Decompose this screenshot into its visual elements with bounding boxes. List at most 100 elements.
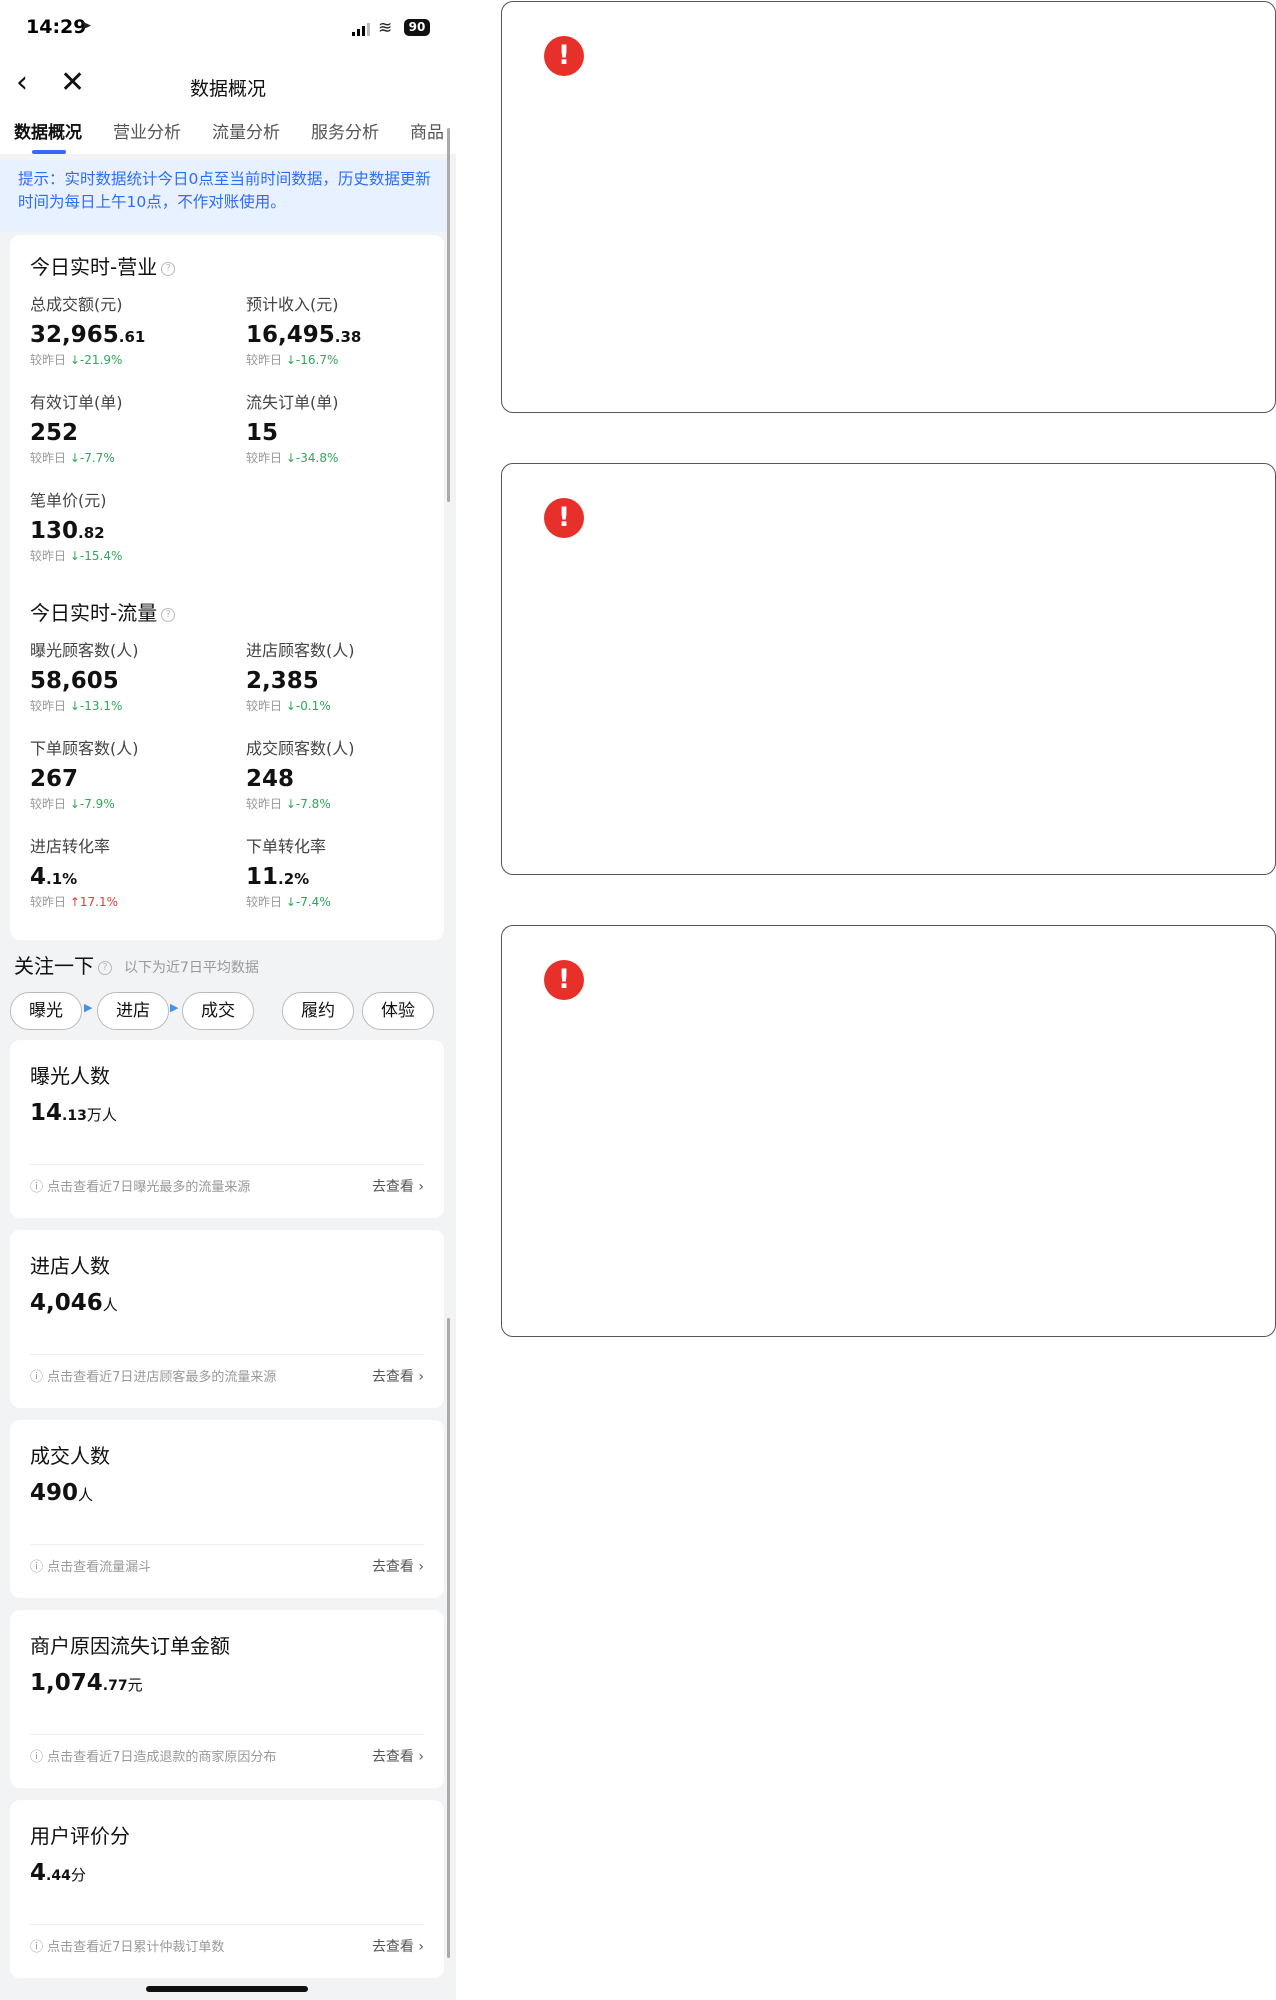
card-value: 4.44分 xyxy=(30,1860,86,1886)
error-placeholder-panel: ! xyxy=(501,463,1276,875)
pill-deal[interactable]: 成交 xyxy=(182,992,254,1030)
metric-compare: 较昨日 ↓-7.4% xyxy=(246,893,331,910)
compare-value: -7.4% xyxy=(295,895,331,909)
status-bar: 14:29 ➤ ≋ 90 xyxy=(0,0,456,56)
metric-int: 32,965 xyxy=(30,322,119,348)
metric-item: 总成交额(元) 32,965.61 较昨日 ↓-21.9% xyxy=(30,291,145,368)
card-value-unit: 人 xyxy=(78,1486,94,1504)
compare-label: 较昨日 xyxy=(246,895,283,909)
card-value-decimal: .13 xyxy=(62,1108,87,1124)
focus-card: 商户原因流失订单金额 1,074.77元 ⓘ 点击查看近7日造成退款的商家原因分布 去… xyxy=(10,1610,444,1788)
metric-label: 笔单价(元) xyxy=(30,491,107,510)
metric-value: 4.1% xyxy=(30,864,118,890)
compare-label: 较昨日 xyxy=(30,797,67,811)
pill-store-entry[interactable]: 进店 xyxy=(97,992,169,1030)
card-note-text: 点击查看近7日累计仲裁订单数 xyxy=(47,1940,225,1955)
metric-int: 2,385 xyxy=(246,668,319,694)
page-title: 数据概况 xyxy=(189,78,266,100)
signal-icon xyxy=(352,23,370,36)
status-time: 14:29 xyxy=(26,16,87,38)
view-link[interactable]: 去查看 › xyxy=(372,1556,424,1576)
trend-down-icon: ↓ xyxy=(69,353,80,367)
compare-value: -13.1% xyxy=(79,699,123,713)
divider xyxy=(30,1354,424,1355)
view-link[interactable]: 去查看 › xyxy=(372,1176,424,1196)
metric-compare: 较昨日 ↓-0.1% xyxy=(246,697,355,714)
focus-title-text: 关注一下 xyxy=(14,954,94,978)
error-placeholder-panel: ! xyxy=(501,1,1276,413)
tab-business[interactable]: 营业分析 xyxy=(113,118,181,143)
scrollbar[interactable] xyxy=(447,128,450,502)
card-note: ⓘ 点击查看近7日曝光最多的流量来源 xyxy=(30,1176,250,1195)
card-note-text: 点击查看近7日造成退款的商家原因分布 xyxy=(47,1750,277,1765)
pill-experience[interactable]: 体验 xyxy=(362,992,434,1030)
metric-compare: 较昨日 ↓-34.8% xyxy=(246,449,339,466)
metric-decimal: .1% xyxy=(46,870,78,888)
metric-value: 248 xyxy=(246,766,355,792)
error-icon: ! xyxy=(544,498,584,538)
info-icon: ⓘ xyxy=(30,1750,48,1765)
info-icon: ⓘ xyxy=(30,1560,48,1575)
view-link-label: 去查看 xyxy=(371,1939,414,1955)
compare-value: -16.7% xyxy=(295,353,339,367)
info-icon: ⓘ xyxy=(30,1180,48,1195)
focus-card: 用户评价分 4.44分 ⓘ 点击查看近7日累计仲裁订单数 去查看 › xyxy=(10,1800,444,1978)
compare-value: -15.4% xyxy=(79,549,123,563)
compare-label: 较昨日 xyxy=(30,353,67,367)
trend-down-icon: ↓ xyxy=(285,699,296,713)
metric-int: 267 xyxy=(30,766,79,792)
trend-down-icon: ↓ xyxy=(285,895,296,909)
metric-int: 4 xyxy=(30,864,47,890)
tab-service[interactable]: 服务分析 xyxy=(311,118,379,143)
view-link-label: 去查看 xyxy=(371,1749,414,1765)
compare-label: 较昨日 xyxy=(30,699,67,713)
compare-label: 较昨日 xyxy=(246,353,283,367)
card-note: ⓘ 点击查看近7日累计仲裁订单数 xyxy=(30,1936,224,1955)
metric-item: 预计收入(元) 16,495.38 较昨日 ↓-16.7% xyxy=(246,291,361,368)
tip-banner: 提示：实时数据统计今日0点至当前时间数据，历史数据更新时间为每日上午10点，不作… xyxy=(0,160,450,232)
metric-compare: 较昨日 ↓-15.4% xyxy=(30,547,122,564)
help-icon[interactable]: ? xyxy=(161,261,176,276)
metric-compare: 较昨日 ↓-7.9% xyxy=(30,795,139,812)
divider xyxy=(30,1734,424,1735)
chevron-right-icon: › xyxy=(413,1179,424,1195)
help-icon[interactable]: ? xyxy=(98,960,112,975)
metric-int: 16,495 xyxy=(246,322,335,348)
trend-down-icon: ↓ xyxy=(285,451,296,465)
card-value-int: 4,046 xyxy=(30,1290,103,1316)
card-value-int: 490 xyxy=(30,1480,79,1506)
battery-indicator: 90 xyxy=(404,19,430,36)
metric-int: 252 xyxy=(30,420,79,446)
view-link[interactable]: 去查看 › xyxy=(372,1936,424,1956)
arrow-right-icon: ▶ xyxy=(170,1001,179,1014)
metric-label: 进店转化率 xyxy=(30,837,111,856)
chevron-right-icon: › xyxy=(413,1369,424,1385)
view-link[interactable]: 去查看 › xyxy=(372,1746,424,1766)
info-icon: ⓘ xyxy=(30,1940,48,1955)
metric-value: 16,495.38 xyxy=(246,322,361,348)
card-value-unit: 分 xyxy=(70,1866,86,1884)
help-icon[interactable]: ? xyxy=(161,607,176,622)
tab-products[interactable]: 商品 xyxy=(410,118,444,143)
metric-decimal: .38 xyxy=(334,328,362,346)
metric-label: 曝光顾客数(人) xyxy=(30,641,139,660)
error-placeholder-panel: ! xyxy=(501,925,1276,1337)
view-link[interactable]: 去查看 › xyxy=(372,1366,424,1386)
metric-label: 下单顾客数(人) xyxy=(30,739,139,758)
metric-item: 曝光顾客数(人) 58,605 较昨日 ↓-13.1% xyxy=(30,637,139,714)
metric-compare: 较昨日 ↑17.1% xyxy=(30,893,118,910)
pill-exposure[interactable]: 曝光 xyxy=(10,992,82,1030)
card-value-decimal: .44 xyxy=(46,1868,71,1884)
arrow-right-icon: ▶ xyxy=(84,1001,93,1014)
tab-traffic[interactable]: 流量分析 xyxy=(212,118,280,143)
home-indicator[interactable] xyxy=(146,1986,308,1992)
metric-label: 预计收入(元) xyxy=(246,295,339,314)
tab-overview[interactable]: 数据概况 xyxy=(14,118,82,143)
metric-int: 58,605 xyxy=(30,668,119,694)
focus-card: 曝光人数 14.13万人 ⓘ 点击查看近7日曝光最多的流量来源 去查看 › xyxy=(10,1040,444,1218)
pill-fulfillment[interactable]: 履约 xyxy=(282,992,354,1030)
view-link-label: 去查看 xyxy=(371,1179,414,1195)
compare-label: 较昨日 xyxy=(30,451,67,465)
card-value: 1,074.77元 xyxy=(30,1670,143,1696)
scrollbar[interactable] xyxy=(447,1318,450,1958)
